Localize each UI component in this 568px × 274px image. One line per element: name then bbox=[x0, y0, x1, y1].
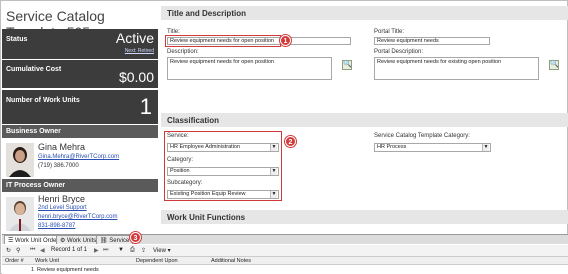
page-title: Service Catalog Template 505 bbox=[2, 2, 158, 40]
status-block: Status Active Next: Retired bbox=[2, 29, 158, 59]
it-process-owner-email[interactable]: henri.bryce@RiverTCorp.com bbox=[38, 214, 117, 220]
business-owner-email[interactable]: Gina.Mehra@RiverTCorp.com bbox=[38, 154, 119, 160]
previous-record-icon[interactable]: ◀ bbox=[40, 247, 45, 254]
column-header-additional-notes[interactable]: Additional Notes bbox=[211, 258, 251, 264]
bottom-tab-bar: ☰ Work Unit Order ⚙ Work Units ⛓ Service bbox=[2, 235, 568, 244]
template-category-label: Service Catalog Template Category: bbox=[374, 133, 470, 139]
link-icon: ⛓ bbox=[100, 238, 110, 244]
print-icon[interactable]: ⎙ bbox=[130, 247, 135, 254]
badge-3: 3 bbox=[130, 232, 141, 243]
work-units-block: Number of Work Units 1 bbox=[2, 90, 158, 124]
portal-description-label: Portal Description: bbox=[374, 49, 424, 55]
main-form: Title and Description Title: Review equi… bbox=[161, 2, 568, 234]
portal-description-zoom-icon[interactable] bbox=[549, 60, 559, 70]
description-zoom-icon[interactable] bbox=[342, 60, 352, 70]
cumulative-cost-label: Cumulative Cost bbox=[6, 66, 62, 73]
it-process-owner-phone[interactable]: 831-898-8787 bbox=[38, 223, 75, 229]
column-header-dependent-upon[interactable]: Dependent Upon bbox=[136, 258, 178, 264]
chevron-down-icon[interactable]: ▼ bbox=[482, 144, 489, 151]
first-record-icon[interactable]: ⏮ bbox=[30, 247, 35, 254]
refresh-icon[interactable]: ↻ bbox=[6, 247, 11, 254]
cumulative-cost-block: Cumulative Cost $0.00 bbox=[2, 60, 158, 88]
tab-service[interactable]: ⛓ Service bbox=[96, 235, 134, 244]
it-process-owner-name: Henri Bryce bbox=[38, 194, 86, 204]
column-header-work-unit[interactable]: Work Unit bbox=[35, 258, 59, 264]
gear-icon: ⚙ bbox=[60, 238, 68, 244]
tab-work-unit-order[interactable]: ☰ Work Unit Order bbox=[4, 235, 63, 244]
view-menu[interactable]: View ▾ bbox=[153, 247, 171, 254]
status-label: Status bbox=[6, 36, 28, 43]
column-header-order[interactable]: Order # bbox=[5, 258, 24, 264]
highlight-box-1 bbox=[165, 35, 281, 47]
business-owner-phone: (719) 386.7000 bbox=[38, 163, 79, 169]
tab-work-units[interactable]: ⚙ Work Units bbox=[56, 235, 101, 244]
title-description-header: Title and Description bbox=[161, 6, 568, 20]
badge-1: 1 bbox=[280, 35, 291, 46]
work-unit-functions-header: Work Unit Functions bbox=[161, 210, 568, 224]
table-row[interactable]: 1 Review equipment needs bbox=[2, 266, 568, 274]
business-owner-card: Gina Mehra Gina.Mehra@RiverTCorp.com (71… bbox=[2, 139, 158, 181]
it-process-owner-header: IT Process Owner bbox=[2, 179, 158, 192]
classification-header: Classification bbox=[161, 113, 568, 127]
business-owner-name: Gina Mehra bbox=[38, 142, 86, 152]
it-process-owner-card: Henri Bryce 2nd Level Support henri.bryc… bbox=[2, 193, 158, 234]
cumulative-cost-value: $0.00 bbox=[118, 69, 154, 85]
order-cell: 1 bbox=[31, 267, 35, 273]
highlight-box-2 bbox=[164, 131, 282, 201]
portal-description-field[interactable]: Review equipment needs for existing open… bbox=[374, 57, 539, 80]
description-field[interactable]: Review equipment needs for open position bbox=[167, 57, 332, 80]
next-record-icon[interactable]: ▶ bbox=[94, 247, 99, 254]
grid-toolbar: ↻ ⚲ ⏮ ◀ Record 1 of 1 ▶ ⏭ ▼ ⎙ ⇪ View ▾ bbox=[2, 245, 568, 257]
record-counter: Record 1 of 1 bbox=[51, 247, 88, 253]
app-window: Service Catalog Template 505 Status Acti… bbox=[0, 0, 568, 274]
portal-title-field[interactable]: Review equipment needs bbox=[374, 37, 490, 45]
avatar bbox=[6, 143, 34, 177]
it-process-owner-role[interactable]: 2nd Level Support bbox=[38, 205, 87, 211]
filter-icon[interactable]: ▼ bbox=[118, 247, 124, 253]
description-label: Description: bbox=[167, 49, 199, 55]
grid-icon: ☰ bbox=[8, 238, 16, 244]
badge-2: 2 bbox=[285, 136, 296, 147]
avatar bbox=[6, 197, 34, 231]
next-status-link[interactable]: Next: Retired bbox=[125, 48, 154, 54]
business-owner-header: Business Owner bbox=[2, 125, 158, 138]
template-category-value: HR Process bbox=[377, 144, 407, 150]
work-units-label: Number of Work Units bbox=[6, 97, 80, 104]
last-record-icon[interactable]: ⏭ bbox=[103, 247, 108, 254]
work-units-value: 1 bbox=[139, 94, 152, 119]
binoculars-icon[interactable]: ⚲ bbox=[16, 247, 20, 254]
left-summary-panel: Service Catalog Template 505 Status Acti… bbox=[2, 2, 158, 234]
work-unit-order-panel: ☰ Work Unit Order ⚙ Work Units ⛓ Service… bbox=[2, 232, 568, 274]
status-value: Active bbox=[115, 30, 154, 46]
export-icon[interactable]: ⇪ bbox=[141, 247, 146, 254]
portal-title-label: Portal Title: bbox=[374, 29, 405, 35]
work-unit-cell: Review equipment needs bbox=[37, 267, 99, 273]
template-category-select[interactable]: HR Process ▼ bbox=[374, 143, 491, 152]
grid-header: Order # Work Unit Dependent Upon Additio… bbox=[2, 257, 568, 265]
